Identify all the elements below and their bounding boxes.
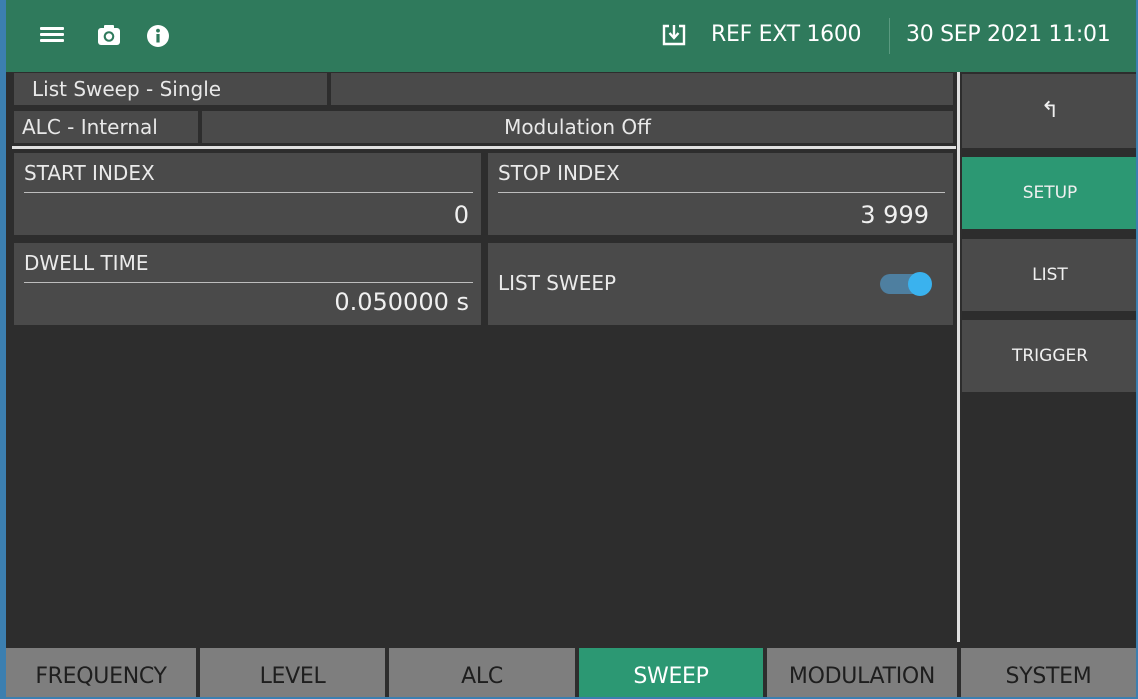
topbar-divider (889, 18, 890, 54)
list-sweep-field: LIST SWEEP (488, 243, 953, 325)
start-index-field[interactable]: START INDEX 0 (14, 153, 481, 235)
field-underline (24, 192, 473, 193)
side-menu-list[interactable]: LIST (962, 239, 1138, 311)
camera-icon[interactable] (97, 24, 121, 48)
menu-icon[interactable] (40, 24, 64, 48)
alc-status: ALC - Internal (14, 111, 198, 143)
dwell-time-label: DWELL TIME (24, 251, 149, 275)
side-menu-setup[interactable]: SETUP (962, 157, 1138, 229)
status-empty-cell (331, 73, 953, 105)
bottom-tab-bar: FREQUENCY LEVEL ALC SWEEP MODULATION SYS… (6, 648, 1136, 699)
stop-index-label: STOP INDEX (498, 161, 620, 185)
toggle-knob (908, 272, 932, 296)
download-box-icon (661, 23, 687, 47)
tab-alc[interactable]: ALC (389, 648, 575, 699)
tab-frequency[interactable]: FREQUENCY (6, 648, 196, 699)
dwell-time-field[interactable]: DWELL TIME 0.050000 s (14, 243, 481, 325)
start-index-label: START INDEX (24, 161, 155, 185)
list-sweep-toggle[interactable] (880, 272, 932, 296)
stop-index-field[interactable]: STOP INDEX 3 999 (488, 153, 953, 235)
back-button[interactable]: ↰ (962, 74, 1138, 148)
tab-level[interactable]: LEVEL (200, 648, 385, 699)
field-underline (498, 192, 945, 193)
status-divider (12, 146, 956, 149)
datetime: 30 SEP 2021 11:01 (906, 22, 1111, 47)
side-menu-divider (957, 72, 960, 642)
field-underline (24, 282, 473, 283)
reference-status: REF EXT 1600 (711, 22, 862, 47)
info-icon[interactable] (146, 24, 170, 48)
list-sweep-label: LIST SWEEP (498, 271, 617, 295)
sweep-mode-status: List Sweep - Single (14, 73, 327, 105)
start-index-value: 0 (453, 201, 469, 229)
tab-modulation[interactable]: MODULATION (767, 648, 957, 699)
side-menu-trigger[interactable]: TRIGGER (962, 320, 1138, 392)
top-bar: REF EXT 1600 30 SEP 2021 11:01 (6, 0, 1136, 72)
modulation-status: Modulation Off (202, 111, 953, 143)
stop-index-value: 3 999 (860, 201, 929, 229)
dwell-time-value: 0.050000 s (334, 288, 469, 316)
tab-sweep[interactable]: SWEEP (579, 648, 763, 699)
tab-system[interactable]: SYSTEM (961, 648, 1136, 699)
